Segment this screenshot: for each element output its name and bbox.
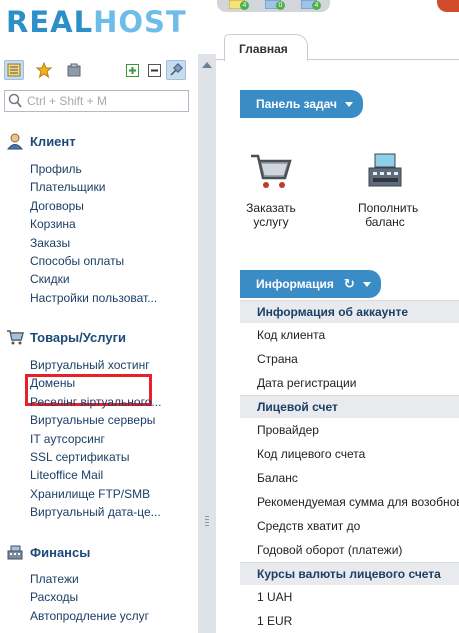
sidebar-item-expenses[interactable]: Расходы: [30, 588, 196, 606]
favorites-star-icon[interactable]: [34, 60, 54, 80]
menu-search: [4, 90, 189, 112]
sidebar-item-reseller-hosting[interactable]: Реселінг віртуального...: [30, 393, 196, 411]
section-client[interactable]: Клиент: [6, 131, 76, 151]
resize-grip-icon[interactable]: [205, 516, 209, 528]
collapse-arrow-icon[interactable]: [202, 62, 212, 68]
task-order-service[interactable]: Заказать услугу: [238, 148, 304, 229]
shopping-cart-icon: [251, 154, 292, 188]
row-account-code: Код лицевого счета: [257, 447, 366, 461]
notification-task-icon[interactable]: 4: [300, 0, 321, 10]
section-products-services[interactable]: Товары/Услуги: [6, 327, 126, 347]
section-finances[interactable]: Финансы: [6, 542, 90, 562]
task-top-up-balance[interactable]: Пополнить баланс: [358, 148, 418, 229]
group-account-info: Информация об аккаунте: [240, 300, 459, 323]
sidebar: Клиент Профиль Плательщики Договоры Корз…: [0, 54, 198, 633]
collapse-all-icon[interactable]: [144, 60, 164, 80]
sidebar-item-user-settings[interactable]: Настройки пользоват...: [30, 289, 196, 307]
sidebar-item-profile[interactable]: Профиль: [30, 160, 196, 178]
row-country: Страна: [257, 352, 298, 366]
list-view-icon[interactable]: [4, 60, 24, 80]
notification-mail-icon[interactable]: 4: [228, 0, 249, 10]
row-funds-sufficient-until: Средств хватит до: [257, 519, 361, 533]
tasks-panel-header[interactable]: Панель задач: [240, 90, 363, 118]
search-icon: [8, 93, 22, 108]
main-content: Главная Панель задач Заказать услугу Поп…: [216, 30, 459, 633]
info-panel-header[interactable]: Информация ↻: [240, 270, 381, 298]
group-personal-account: Лицевой счет: [240, 395, 459, 418]
sidebar-item-payment-methods[interactable]: Способы оплаты: [30, 252, 196, 270]
alert-corner-icon[interactable]: [437, 0, 459, 12]
sidebar-item-liteoffice-mail[interactable]: Liteoffice Mail: [30, 466, 196, 484]
sidebar-item-virtual-hosting[interactable]: Виртуальный хостинг: [30, 356, 196, 374]
refresh-icon[interactable]: ↻: [344, 276, 355, 292]
row-client-code: Код клиента: [257, 328, 326, 342]
sidebar-item-contracts[interactable]: Договоры: [30, 197, 196, 215]
sidebar-item-payments[interactable]: Платежи: [30, 570, 196, 588]
chevron-down-icon[interactable]: [362, 281, 371, 287]
notification-bar: 4 0 4: [217, 0, 330, 12]
row-annual-turnover: Годовой оборот (платежи): [257, 543, 403, 557]
cash-register-icon: [368, 153, 402, 187]
sidebar-item-discounts[interactable]: Скидки: [30, 270, 196, 288]
user-icon: [6, 133, 24, 150]
notification-ticket-icon[interactable]: 0: [264, 0, 285, 10]
pin-icon[interactable]: [166, 60, 186, 80]
info-panel: Информация об аккаунте Код клиента Стран…: [240, 300, 459, 633]
row-recommended-amount: Рекомендуемая сумма для возобнов: [257, 495, 459, 509]
cash-register-icon: [7, 545, 23, 560]
sidebar-item-ssl-certificates[interactable]: SSL сертификаты: [30, 448, 196, 466]
tab-home[interactable]: Главная: [224, 34, 308, 61]
sidebar-item-it-outsourcing[interactable]: IT аутсорсинг: [30, 430, 196, 448]
sidebar-splitter[interactable]: [198, 54, 216, 633]
search-input[interactable]: [27, 93, 185, 109]
row-registration-date: Дата регистрации: [257, 376, 357, 390]
sidebar-toolbar: [4, 58, 192, 82]
clipboard-icon[interactable]: [64, 60, 84, 80]
row-provider: Провайдер: [257, 423, 319, 437]
sidebar-item-payers[interactable]: Плательщики: [30, 178, 196, 196]
products-menu: Виртуальный хостинг Домены Реселінг вірт…: [30, 356, 196, 522]
sidebar-item-virtual-servers[interactable]: Виртуальные серверы: [30, 411, 196, 429]
sidebar-item-ftp-storage[interactable]: Хранилище FTP/SMB: [30, 485, 196, 503]
row-rate-eur: 1 EUR: [257, 614, 293, 628]
sidebar-item-virtual-datacenter[interactable]: Виртуальный дата-це...: [30, 503, 196, 521]
realhost-logo[interactable]: REALHOST: [6, 6, 187, 38]
sidebar-item-cart[interactable]: Корзина: [30, 215, 196, 233]
tab-strip: Главная: [216, 30, 459, 61]
sidebar-item-auto-renewal[interactable]: Автопродление услуг: [30, 607, 196, 625]
client-menu: Профиль Плательщики Договоры Корзина Зак…: [30, 160, 196, 307]
sidebar-item-orders[interactable]: Заказы: [30, 234, 196, 252]
chevron-down-icon[interactable]: [345, 101, 353, 107]
expand-all-icon[interactable]: [122, 60, 142, 80]
cart-icon: [7, 330, 24, 345]
group-currency-rates: Курсы валюты лицевого счета: [240, 562, 459, 585]
row-balance: Баланс: [257, 471, 298, 485]
sidebar-item-domains[interactable]: Домены: [30, 374, 196, 392]
finances-menu: Платежи Расходы Автопродление услуг: [30, 570, 196, 625]
row-rate-uah: 1 UAH: [257, 590, 293, 604]
